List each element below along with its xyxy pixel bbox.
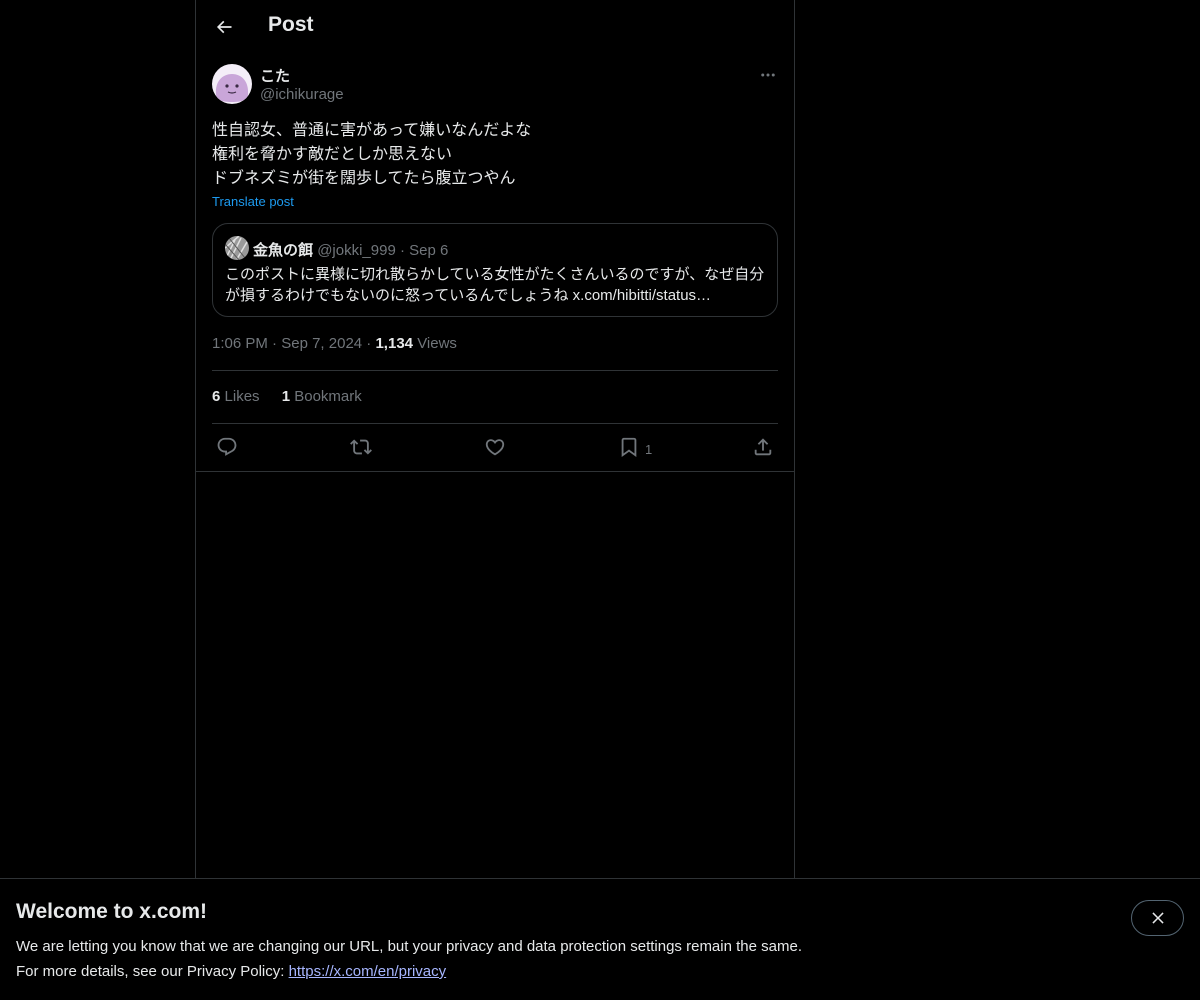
like-button[interactable] [484,435,506,459]
banner-privacy-text: For more details, see our Privacy Policy… [16,963,289,980]
banner-message: We are letting you know that we are chan… [16,938,802,955]
divider [212,370,778,371]
divider [196,471,794,472]
author-name[interactable]: こた [260,65,290,86]
more-options-button[interactable] [756,63,780,87]
bookmarks-label: Bookmark [294,388,362,405]
close-icon [1149,909,1167,927]
banner-privacy-line: For more details, see our Privacy Policy… [16,963,446,980]
quoted-author-handle: @jokki_999 [317,242,396,259]
reply-button[interactable] [216,435,238,459]
separator-dot: · [272,335,278,352]
quoted-post-header: 金魚の餌 @jokki_999 · Sep 6 [253,239,448,260]
views-count: 1,134 [375,335,414,352]
likes-stat[interactable]: 6 Likes [212,388,264,405]
avatar[interactable] [212,64,252,104]
url-change-banner: Welcome to x.com! We are letting you kno… [0,878,1200,1000]
author-handle[interactable]: @ichikurage [260,86,344,103]
quoted-text-line: が損するわけでもないのに怒っているんでしょうね x.com/hibitti/st… [225,287,712,304]
bookmark-icon [618,436,640,458]
separator-dot: · [366,335,372,352]
bookmark-button[interactable]: 1 [618,435,652,459]
post-date[interactable]: Sep 7, 2024 [281,335,362,352]
repost-button[interactable] [350,435,372,459]
post-text-line: ドブネズミが街を闊歩してたら腹立つやん [212,170,516,187]
like-icon [484,436,506,458]
share-button[interactable] [752,435,774,459]
post-stats: 6 Likes 1 Bookmark [212,388,380,405]
post-header: Post [196,0,794,54]
post-actions-bar: 1 [196,424,794,471]
quoted-post-date: Sep 6 [409,242,449,259]
quoted-avatar [225,236,249,260]
banner-close-button[interactable] [1131,900,1184,936]
post-time[interactable]: 1:06 PM [212,335,268,352]
quoted-text-line: このポストに異様に切れ散らかしている女性がたくさんいるのですが、なぜ自分 [225,266,765,283]
post-text: 性自認女、普通に害があって嫌いなんだよな 権利を脅かす敵だとしか思えない ドブネ… [212,119,778,191]
more-horizontal-icon [759,66,777,84]
privacy-policy-link[interactable]: https://x.com/en/privacy [289,963,447,980]
quoted-post-text: このポストに異様に切れ散らかしている女性がたくさんいるのですが、なぜ自分 が損す… [225,264,770,306]
reply-icon [216,436,238,458]
post-text-line: 権利を脅かす敵だとしか思えない [212,146,453,163]
post-metadata: 1:06 PM · Sep 7, 2024 · 1,134 Views [212,335,457,352]
translate-post-link[interactable]: Translate post [212,194,294,209]
page-title: Post [268,13,314,36]
quoted-post[interactable]: 金魚の餌 @jokki_999 · Sep 6 このポストに異様に切れ散らかして… [212,223,778,317]
likes-label: Likes [224,388,260,405]
back-button[interactable] [208,11,240,43]
views-label: Views [417,335,457,352]
back-arrow-icon [214,17,234,37]
likes-count: 6 [212,388,221,405]
repost-icon [350,436,372,458]
separator-dot: · [399,242,405,259]
quoted-author-name: 金魚の餌 [253,242,314,259]
post-detail-column: Post こた @ichikurage 性自認女、普通に害があって嫌いなんだよな… [195,0,795,880]
bookmarks-count: 1 [281,388,291,405]
bookmark-count: 1 [645,441,653,457]
banner-title: Welcome to x.com! [16,900,207,923]
post-text-line: 性自認女、普通に害があって嫌いなんだよな [212,122,532,139]
bookmarks-stat[interactable]: 1 Bookmark [282,388,362,405]
share-icon [752,436,774,458]
